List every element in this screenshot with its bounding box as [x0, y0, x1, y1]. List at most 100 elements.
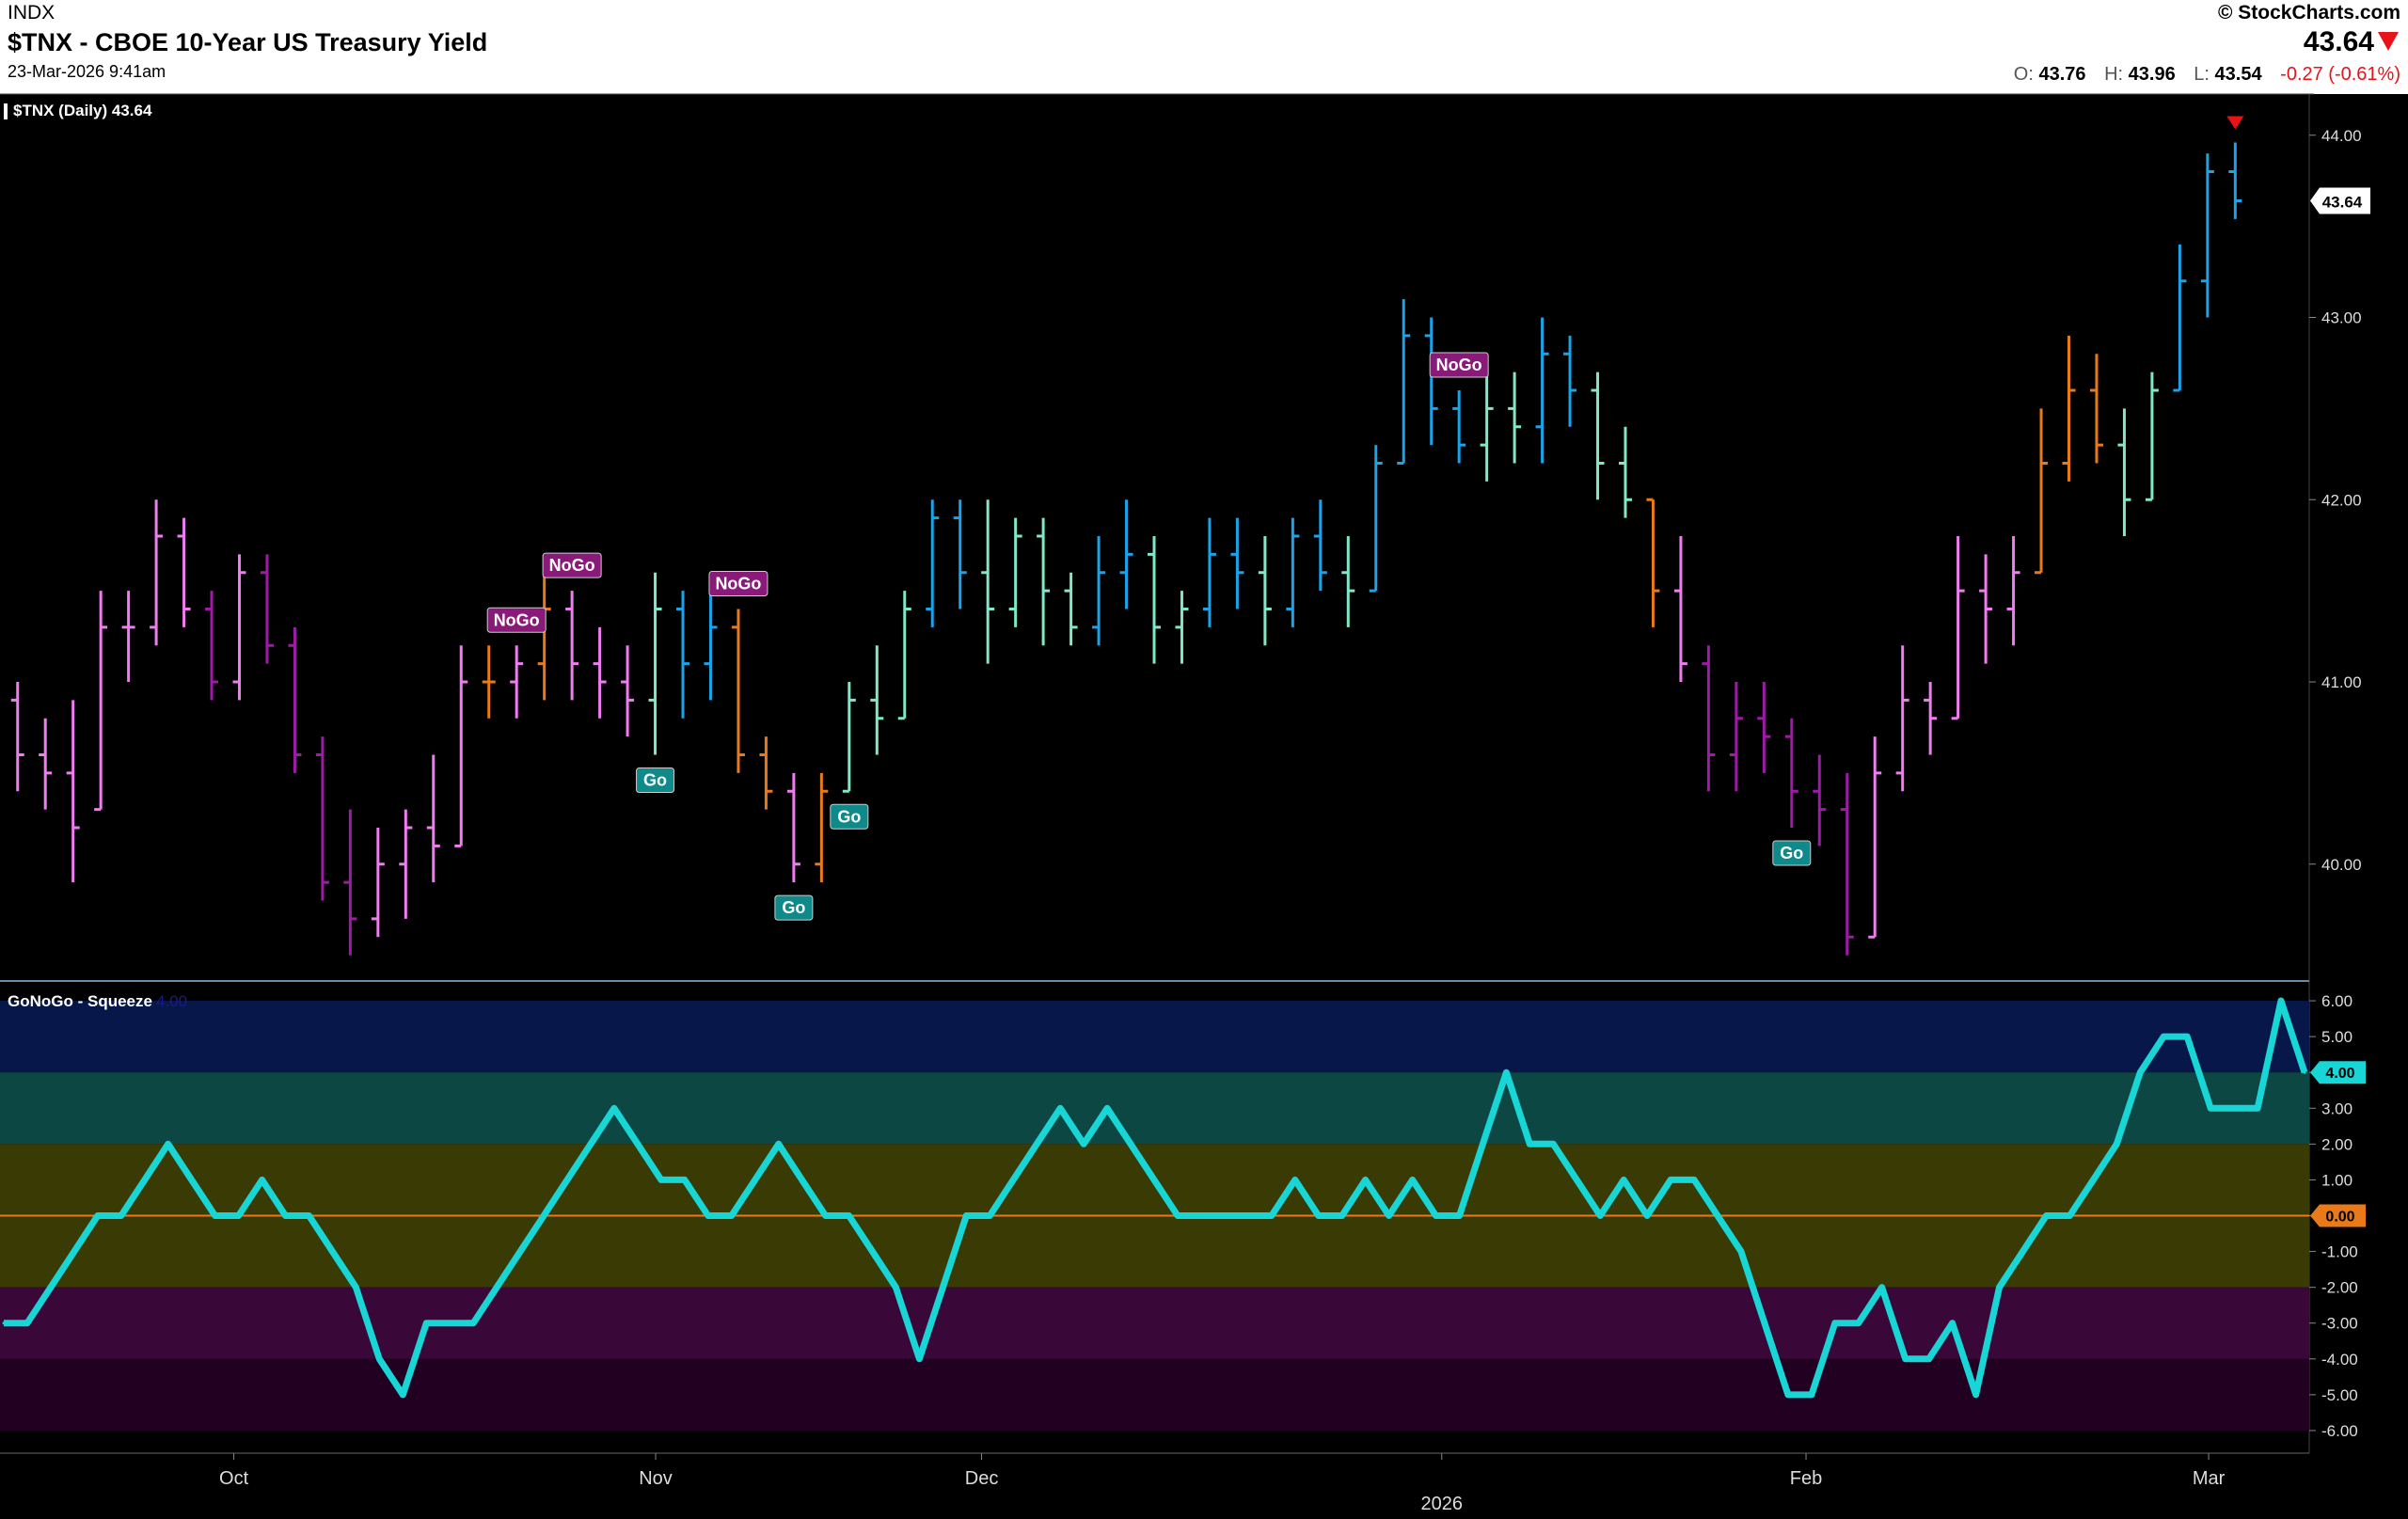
ohlc-bar	[94, 591, 108, 812]
ohlc-bar	[593, 626, 607, 719]
oscillator-point	[612, 1106, 616, 1110]
oscillator-point	[1317, 1214, 1321, 1217]
nogo-badge: NoGo	[1429, 352, 1489, 378]
oscillator-point	[2115, 1142, 2118, 1146]
ohlc-bar	[10, 682, 24, 792]
ohlc-bar	[1535, 317, 1549, 464]
squeeze-y-tick-label: -3.00	[2321, 1315, 2358, 1333]
ohlc-bar	[1591, 372, 1605, 500]
badge-text: Go	[837, 807, 861, 826]
ohlc-bar	[1341, 536, 1355, 627]
nogo-badge: NoGo	[542, 552, 602, 578]
ohlc-bar	[2173, 245, 2187, 392]
ohlc-bar	[343, 809, 357, 956]
oscillator-point	[237, 1214, 241, 1217]
oscillator-point	[589, 1142, 593, 1146]
go-badge: Go	[830, 803, 869, 830]
oscillator-point	[1904, 1357, 1908, 1361]
ohlc-bar	[1369, 445, 1383, 593]
oscillator-point	[848, 1214, 851, 1217]
oscillator-point	[377, 1357, 381, 1361]
price-y-tick-label: 41.00	[2321, 673, 2362, 691]
x-tick-label: Oct	[219, 1468, 249, 1489]
oscillator-point	[1927, 1357, 1931, 1361]
ohlc-bar	[482, 645, 496, 719]
oscillator-point	[96, 1214, 100, 1217]
oscillator-point	[1551, 1142, 1555, 1146]
ohlc-bar	[1924, 682, 1938, 755]
oscillator-point	[777, 1142, 781, 1146]
x-tick-label: Mar	[2193, 1468, 2226, 1489]
oscillator-point	[2256, 1106, 2259, 1110]
oscillator-point	[1457, 1214, 1461, 1217]
ohlc-bar	[676, 591, 690, 719]
oscillator-point	[1739, 1250, 1743, 1254]
ohlc-bar	[1175, 591, 1189, 664]
ohlc-bar	[870, 645, 884, 755]
ohlc-bar	[786, 772, 800, 883]
badge-text: NoGo	[715, 575, 761, 593]
oscillator-point	[1270, 1214, 1274, 1217]
badge-text: Go	[1780, 844, 1803, 862]
squeeze-y-tick-label: -4.00	[2321, 1351, 2358, 1369]
oscillator-point	[1810, 1393, 1814, 1397]
oscillator-point	[119, 1214, 123, 1217]
oscillator-point	[1246, 1214, 1250, 1217]
oscillator-point	[1692, 1178, 1696, 1181]
ohlc-bar	[1673, 536, 1687, 682]
oscillator-point	[448, 1321, 452, 1325]
oscillator-point	[1434, 1214, 1438, 1217]
ohlc-bar	[1452, 390, 1466, 464]
oscillator-point	[1880, 1286, 1884, 1290]
ohlc-bar	[2117, 408, 2131, 536]
oscillator-point	[894, 1286, 897, 1290]
oscillator-point	[261, 1178, 264, 1181]
oscillator-point	[2185, 1035, 2189, 1038]
oscillator-point	[1411, 1178, 1415, 1181]
oscillator-point	[2044, 1214, 2048, 1217]
ohlc-bar	[1784, 718, 1798, 828]
ohlc-bar	[1148, 536, 1161, 664]
oscillator-point	[1974, 1393, 1978, 1397]
x-tick-label: Nov	[639, 1468, 673, 1489]
oscillator-point	[2138, 1070, 2142, 1074]
go-badge: Go	[774, 894, 814, 921]
ohlc-bar	[1757, 682, 1771, 773]
ohlc-bar	[1313, 499, 1327, 592]
squeeze-y-tick-label: 2.00	[2321, 1135, 2353, 1153]
zero-value-tag-text: 0.00	[2325, 1210, 2354, 1226]
oscillator-point	[1716, 1214, 1719, 1217]
ohlc-bar	[1895, 645, 1909, 792]
chart-canvas[interactable]: 44.00 43.00 42.00 41.00 40.00 6.00 5.00 4.00 3.0…	[0, 0, 2408, 1519]
oscillator-point	[636, 1142, 640, 1146]
ohlc-bar	[621, 645, 635, 737]
oscillator-point	[1998, 1286, 2002, 1290]
oscillator-point	[917, 1357, 921, 1361]
nogo-badge: NoGo	[486, 607, 547, 633]
ohlc-bar	[1702, 645, 1716, 792]
ohlc-bar	[121, 591, 135, 682]
oscillator-point	[2303, 1070, 2306, 1074]
oscillator-point	[824, 1214, 828, 1217]
nogo-badge: NoGo	[708, 571, 768, 596]
oscillator-point	[401, 1393, 404, 1397]
ohlc-bar	[565, 591, 579, 701]
ohlc-bar	[150, 499, 164, 646]
oscillator-point	[1857, 1321, 1861, 1325]
oscillator-point	[1364, 1178, 1368, 1181]
oscillator-point	[1481, 1142, 1484, 1146]
badge-text: NoGo	[1436, 356, 1482, 374]
ohlc-bar	[648, 572, 662, 755]
oscillator-point	[1011, 1178, 1015, 1181]
oscillator-point	[753, 1178, 757, 1181]
ohlc-bar	[1037, 517, 1051, 646]
oscillator-point	[1176, 1214, 1180, 1217]
go-badge: Go	[1772, 840, 1812, 866]
squeeze-y-tick-label: -5.00	[2321, 1386, 2358, 1404]
oscillator-point	[354, 1286, 357, 1290]
sub-panel-label: GoNoGo - Squeeze 4.00	[8, 992, 187, 1011]
ohlc-bar	[1951, 536, 1965, 720]
squeeze-y-tick-label: 5.00	[2321, 1028, 2353, 1046]
oscillator-point	[1669, 1178, 1672, 1181]
oscillator-point	[1528, 1142, 1531, 1146]
